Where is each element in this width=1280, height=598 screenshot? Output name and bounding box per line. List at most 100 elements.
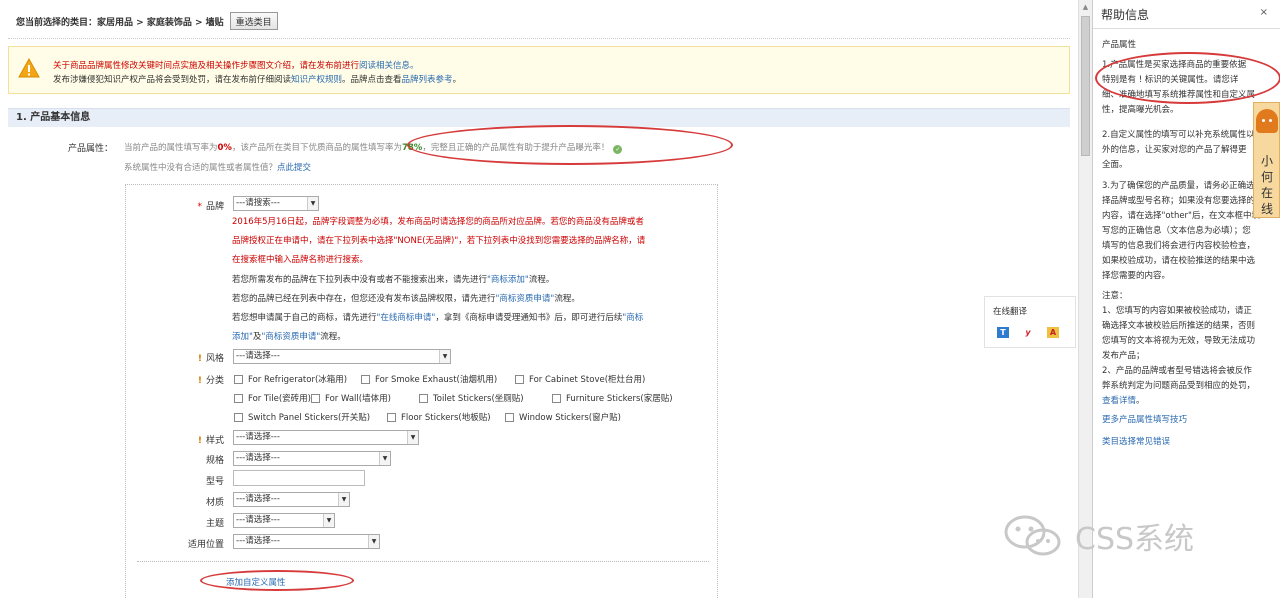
location-select[interactable]: ---请选择--- ▼: [233, 534, 380, 549]
help-line: 2、产品的品牌或者型号错选将会被反作: [1102, 366, 1252, 376]
current-fill-rate: 0%: [217, 143, 232, 153]
view-details-link[interactable]: 查看详情: [1102, 396, 1136, 406]
watermark: CSS系统: [1003, 511, 1194, 561]
trademark-add-link[interactable]: "商标添加": [487, 275, 529, 285]
online-trademark-link[interactable]: "在线商标申请": [377, 313, 436, 323]
help-line: 特别是有 ! 标识的关键属性。请您详: [1102, 75, 1239, 85]
help-line: 填写的信息我们将会进行内容校验检查，: [1102, 241, 1256, 251]
classification-option[interactable]: Furniture Stickers(家居贴): [552, 392, 673, 404]
spec-select-value: ---请选择---: [236, 453, 280, 463]
help-line: 1.产品属性是买家选择商品的重要依据: [1102, 60, 1247, 70]
help-line: 1、您填写的内容如果被校验成功，请正: [1102, 306, 1252, 316]
classification-option[interactable]: Switch Panel Stickers(开关贴): [234, 411, 370, 423]
help-line: 择您需要的内容。: [1102, 271, 1171, 281]
classification-option[interactable]: For Smoke Exhaust(油烟机用): [361, 373, 497, 385]
help-line: 内容，请在选择"other"后，在文本框中填: [1102, 211, 1260, 221]
reselect-category-button[interactable]: 重选类目: [229, 12, 278, 30]
checkbox[interactable]: [311, 393, 320, 403]
checkbox[interactable]: [234, 412, 243, 422]
vertical-scrollbar[interactable]: ▲: [1078, 0, 1092, 598]
checkbox[interactable]: [552, 393, 561, 403]
pattern-select[interactable]: ---请选择--- ▼: [233, 430, 419, 445]
chevron-down-icon: ▼: [338, 493, 349, 506]
classification-label-text: 分类: [205, 376, 224, 386]
checkbox[interactable]: [361, 374, 370, 384]
scroll-thumb[interactable]: [1081, 16, 1090, 156]
divider: [8, 38, 1070, 39]
submit-attribute-link[interactable]: 点此提交: [277, 163, 311, 173]
option-label: Window Stickers(窗户贴): [519, 413, 621, 423]
notice-read-link[interactable]: 阅读相关信息。: [359, 61, 419, 71]
material-select[interactable]: ---请选择--- ▼: [233, 492, 350, 507]
help-title: 帮助信息: [1101, 8, 1150, 22]
translate-engine-icon[interactable]: T: [997, 327, 1009, 338]
classification-option[interactable]: Floor Stickers(地板贴): [387, 411, 491, 423]
pattern-label-text: 样式: [205, 436, 224, 446]
help-line: 查看详情。: [1102, 394, 1274, 409]
ip-rules-link[interactable]: 知识产权规则: [291, 75, 342, 85]
attribute-form-box: [125, 184, 718, 598]
add-custom-attribute-link[interactable]: 添加自定义属性: [226, 576, 286, 588]
dictionary-icon[interactable]: A: [1047, 327, 1059, 338]
online-service-widget[interactable]: 小何在线: [1253, 102, 1280, 218]
category-errors-link[interactable]: 类目选择常见错误: [1102, 435, 1170, 447]
classification-option[interactable]: For Cabinet Stove(柜灶台用): [515, 373, 645, 385]
option-label: For Refrigerator(冰箱用): [248, 375, 348, 385]
help-panel: 帮助信息 × 产品属性 1.产品属性是买家选择商品的重要依据 特别是有 ! 标识…: [1092, 0, 1280, 598]
service-avatar-icon: [1256, 109, 1278, 133]
model-label-text: 型号: [205, 477, 224, 487]
checkbox[interactable]: [234, 393, 243, 403]
trademark-add-link-3[interactable]: 添加": [232, 332, 253, 342]
spec-label-text: 规格: [205, 456, 224, 466]
classification-option[interactable]: For Refrigerator(冰箱用): [234, 373, 347, 385]
brand-info3-text: 若您想申请属于自己的商标，请先进行: [232, 313, 377, 323]
translate-widget: 在线翻译 T y A: [984, 296, 1076, 348]
brand-notice-line: 2016年5月16日起，品牌字段调整为必填，发布商品时请选择您的商品所对应品牌。…: [232, 217, 644, 227]
theme-label: 主题: [124, 516, 224, 529]
attribute-tips-link[interactable]: 更多产品属性填写技巧: [1102, 413, 1187, 425]
trademark-add-link-2[interactable]: "商标: [622, 313, 643, 323]
pattern-label: ! 样式: [197, 436, 224, 446]
brand-label: * 品牌: [197, 202, 224, 212]
help-paragraph-3: 3.为了确保您的产品质量，请务必正确选 择品牌或型号名称；如果没有您要选择的 内…: [1102, 179, 1274, 284]
spec-select[interactable]: ---请选择--- ▼: [233, 451, 391, 466]
option-label: For Wall(墙体用): [325, 394, 391, 404]
fill-rate-text-a: 当前产品的属性填写率为: [124, 143, 218, 153]
brand-list-link[interactable]: 品牌列表参考: [402, 75, 453, 85]
help-line: 发布产品；: [1102, 351, 1145, 361]
style-select-value: ---请选择---: [236, 351, 280, 361]
brand-notice-line: 在搜索框中输入品牌名称进行搜索。: [232, 255, 369, 265]
checkbox[interactable]: [387, 412, 396, 422]
close-icon[interactable]: ×: [1260, 7, 1268, 18]
classification-option[interactable]: For Wall(墙体用): [311, 392, 391, 404]
trademark-qualification-link[interactable]: "商标资质申请": [496, 294, 555, 304]
product-attributes-label: 产品属性：: [68, 144, 114, 154]
spec-label: 规格: [124, 453, 224, 466]
style-select[interactable]: ---请选择--- ▼: [233, 349, 451, 364]
divider: [137, 561, 709, 562]
brand-info2-text: 若您的品牌已经在列表中存在，但您还没有发布该品牌权限，请先进行: [232, 294, 496, 304]
trademark-qualification-link-2[interactable]: "商标资质申请": [261, 332, 320, 342]
notice-line2-text-2: 。品牌点击查看: [342, 75, 402, 85]
missing-attribute-hint: 系统属性中没有合适的属性或者属性值？点此提交: [124, 161, 311, 173]
model-label: 型号: [124, 474, 224, 487]
classification-option[interactable]: Window Stickers(窗户贴): [505, 411, 621, 423]
option-label: For Cabinet Stove(柜灶台用): [529, 375, 646, 385]
theme-select[interactable]: ---请选择--- ▼: [233, 513, 335, 528]
brand-info-line: 若您所需发布的品牌在下拉列表中没有或者不能搜索出来，请先进行"商标添加"流程。: [232, 273, 554, 285]
model-input[interactable]: [233, 470, 365, 486]
material-select-value: ---请选择---: [236, 494, 280, 504]
classification-option[interactable]: For Tile(瓷砖用): [234, 392, 311, 404]
brand-select[interactable]: ---请搜索--- ▼: [233, 196, 319, 211]
scroll-up-icon[interactable]: ▲: [1081, 2, 1090, 12]
yahoo-translate-icon[interactable]: y: [1022, 327, 1034, 338]
theme-select-value: ---请选择---: [236, 515, 280, 525]
option-label: Floor Stickers(地板贴): [401, 413, 491, 423]
checkbox[interactable]: [419, 393, 428, 403]
help-line: 写您的正确信息（文本信息为必填）；您: [1102, 226, 1251, 236]
checkbox[interactable]: [515, 374, 524, 384]
checkbox[interactable]: [505, 412, 514, 422]
checkbox[interactable]: [234, 374, 243, 384]
classification-option[interactable]: Toilet Stickers(坐厕贴): [419, 392, 524, 404]
material-label: 材质: [124, 495, 224, 508]
